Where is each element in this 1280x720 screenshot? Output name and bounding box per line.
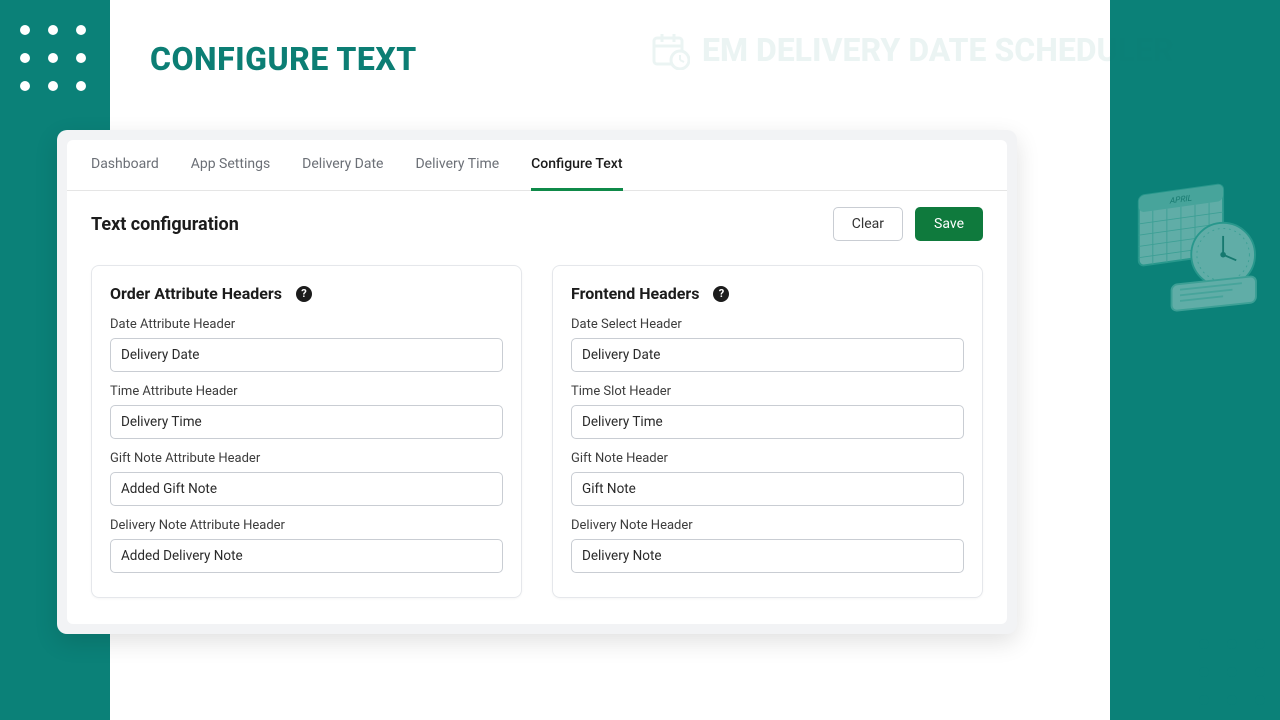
decor-dots-top-left xyxy=(20,25,86,91)
clear-button[interactable]: Clear xyxy=(833,207,903,241)
delivery-note-attribute-header-input[interactable] xyxy=(110,539,503,573)
help-icon[interactable]: ? xyxy=(296,286,312,302)
gift-note-attribute-header-input[interactable] xyxy=(110,472,503,506)
field-label: Gift Note Attribute Header xyxy=(110,451,503,466)
decor-panel-right xyxy=(1110,0,1280,720)
tabs-bar: Dashboard App Settings Delivery Date Del… xyxy=(67,140,1007,191)
field-label: Delivery Note Attribute Header xyxy=(110,518,503,533)
panel-frontend-headers: Frontend Headers ? Date Select Header Ti… xyxy=(552,265,983,598)
decor-dots-bottom-right xyxy=(1199,639,1265,705)
date-select-header-input[interactable] xyxy=(571,338,964,372)
field-label: Time Slot Header xyxy=(571,384,964,399)
help-icon[interactable]: ? xyxy=(713,286,729,302)
calendar-illustration: APRIL xyxy=(1120,165,1270,335)
brand-name: EM DELIVERY DATE SCHEDULER xyxy=(702,31,1174,69)
tab-app-settings[interactable]: App Settings xyxy=(191,156,270,190)
section-title: Text configuration xyxy=(91,214,239,235)
tab-dashboard[interactable]: Dashboard xyxy=(91,156,159,190)
delivery-note-header-input[interactable] xyxy=(571,539,964,573)
panel-title-left: Order Attribute Headers xyxy=(110,284,282,303)
save-button[interactable]: Save xyxy=(915,207,983,241)
tab-delivery-time[interactable]: Delivery Time xyxy=(415,156,499,190)
time-slot-header-input[interactable] xyxy=(571,405,964,439)
field-label: Date Select Header xyxy=(571,317,964,332)
gift-note-header-input[interactable] xyxy=(571,472,964,506)
tab-delivery-date[interactable]: Delivery Date xyxy=(302,156,383,190)
main-card: Dashboard App Settings Delivery Date Del… xyxy=(57,130,1017,634)
calendar-clock-icon xyxy=(650,30,690,70)
panel-title-right: Frontend Headers xyxy=(571,284,699,303)
page-title: CONFIGURE TEXT xyxy=(150,40,417,78)
tab-configure-text[interactable]: Configure Text xyxy=(531,156,622,191)
panel-order-attribute-headers: Order Attribute Headers ? Date Attribute… xyxy=(91,265,522,598)
field-label: Date Attribute Header xyxy=(110,317,503,332)
field-label: Delivery Note Header xyxy=(571,518,964,533)
time-attribute-header-input[interactable] xyxy=(110,405,503,439)
date-attribute-header-input[interactable] xyxy=(110,338,503,372)
field-label: Gift Note Header xyxy=(571,451,964,466)
field-label: Time Attribute Header xyxy=(110,384,503,399)
brand-watermark: EM DELIVERY DATE SCHEDULER xyxy=(650,30,1174,70)
